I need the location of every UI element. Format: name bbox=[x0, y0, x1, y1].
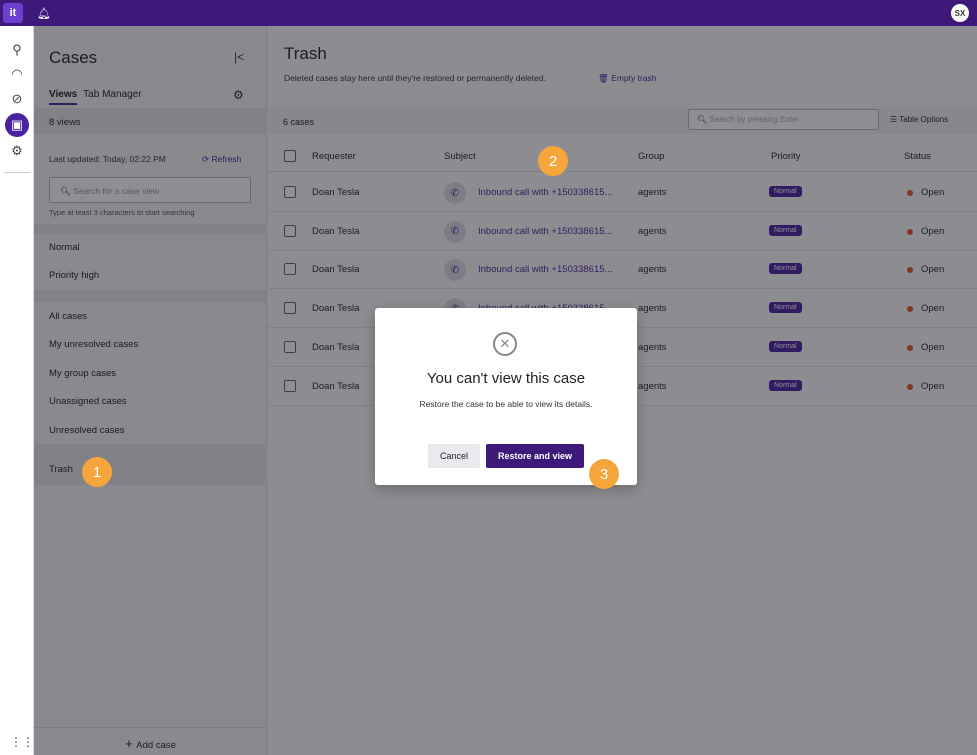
bell-icon[interactable]: 🔔︎ bbox=[37, 7, 51, 20]
step-marker-2: 2 bbox=[538, 146, 568, 176]
icon-rail: ⚲ ◠ ⊘ ▣ ⚙ ⋮⋮⋮ bbox=[0, 26, 46, 755]
close-circle-icon: ✕ bbox=[493, 332, 517, 356]
rail-divider bbox=[4, 172, 30, 173]
top-bar: it 🔔︎ SX bbox=[0, 0, 977, 26]
cases-icon[interactable]: ▣ bbox=[5, 113, 29, 137]
user-avatar[interactable]: SX bbox=[951, 4, 969, 22]
compass-icon[interactable]: ⊘ bbox=[4, 87, 30, 111]
settings-icon[interactable]: ⚙ bbox=[4, 139, 30, 163]
dashboard-icon[interactable]: ◠ bbox=[4, 62, 30, 86]
restore-and-view-button[interactable]: Restore and view bbox=[486, 444, 584, 468]
cancel-button[interactable]: Cancel bbox=[428, 444, 480, 468]
step-marker-3: 3 bbox=[589, 459, 619, 489]
app-logo[interactable]: it bbox=[3, 3, 23, 23]
workflow-icon[interactable]: ⚲ bbox=[4, 38, 30, 62]
dialog-message: Restore the case to be able to view its … bbox=[419, 399, 593, 409]
dialog-title: You can't view this case bbox=[426, 370, 586, 387]
step-marker-1: 1 bbox=[82, 457, 112, 487]
cannot-view-dialog: ✕ You can't view this case Restore the c… bbox=[375, 308, 637, 485]
